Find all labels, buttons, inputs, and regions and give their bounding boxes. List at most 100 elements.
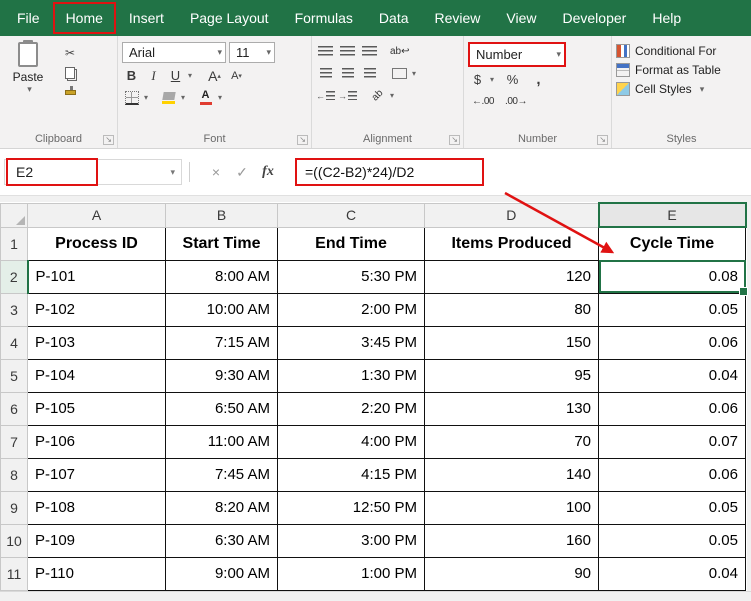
cell-B3[interactable]: 10:00 AM: [165, 292, 278, 327]
tab-insert[interactable]: Insert: [116, 0, 177, 36]
cell-A4[interactable]: P-103: [27, 325, 166, 360]
select-all-corner[interactable]: [0, 202, 28, 228]
comma-style-button[interactable]: ,: [529, 70, 548, 89]
italic-button[interactable]: I: [144, 66, 163, 85]
row-header-8[interactable]: 8: [0, 457, 28, 492]
row-header-11[interactable]: 11: [0, 556, 28, 591]
align-bottom-button[interactable]: [360, 42, 379, 61]
cell-E7[interactable]: 0.07: [598, 424, 746, 459]
tab-file[interactable]: File: [4, 0, 53, 36]
underline-options-chevron-icon[interactable]: ▾: [188, 71, 192, 80]
decrease-font-size-button[interactable]: A ▾: [227, 66, 246, 85]
cell-D3[interactable]: 80: [424, 292, 599, 327]
cell-A11[interactable]: P-110: [27, 556, 166, 591]
cell-C6[interactable]: 2:20 PM: [277, 391, 425, 426]
borders-button[interactable]: [122, 88, 141, 107]
row-header-7[interactable]: 7: [0, 424, 28, 459]
accounting-chevron-icon[interactable]: ▾: [490, 75, 494, 84]
font-size-select[interactable]: 11 ▾: [229, 42, 275, 63]
wrap-text-button[interactable]: ab↩: [390, 42, 410, 61]
number-dialog-launcher-icon[interactable]: ↘: [597, 135, 608, 145]
clipboard-dialog-launcher-icon[interactable]: ↘: [103, 135, 114, 145]
cell-E4[interactable]: 0.06: [598, 325, 746, 360]
cell-A10[interactable]: P-109: [27, 523, 166, 558]
cell-B4[interactable]: 7:15 AM: [165, 325, 278, 360]
cell-C7[interactable]: 4:00 PM: [277, 424, 425, 459]
cell-E5[interactable]: 0.04: [598, 358, 746, 393]
font-color-chevron-icon[interactable]: ▾: [218, 93, 222, 102]
row-header-6[interactable]: 6: [0, 391, 28, 426]
cell-D10[interactable]: 160: [424, 523, 599, 558]
cell-C10[interactable]: 3:00 PM: [277, 523, 425, 558]
tab-help[interactable]: Help: [639, 0, 694, 36]
row-header-9[interactable]: 9: [0, 490, 28, 525]
align-top-button[interactable]: [316, 42, 335, 61]
cell-A2[interactable]: P-101: [27, 259, 166, 294]
increase-font-size-button[interactable]: A ▴: [205, 66, 224, 85]
tab-view[interactable]: View: [493, 0, 549, 36]
cell-B6[interactable]: 6:50 AM: [165, 391, 278, 426]
tab-page-layout[interactable]: Page Layout: [177, 0, 282, 36]
cell-B5[interactable]: 9:30 AM: [165, 358, 278, 393]
cell-A5[interactable]: P-104: [27, 358, 166, 393]
align-right-button[interactable]: [360, 64, 379, 83]
cancel-button[interactable]: ×: [203, 160, 229, 184]
align-center-button[interactable]: [338, 64, 357, 83]
accounting-format-button[interactable]: $: [468, 70, 487, 89]
cell-styles-button[interactable]: Cell Styles ▾: [616, 82, 747, 96]
cell-C2[interactable]: 5:30 PM: [277, 259, 425, 294]
fill-color-chevron-icon[interactable]: ▾: [181, 93, 185, 102]
cell-D4[interactable]: 150: [424, 325, 599, 360]
column-header-E[interactable]: E: [597, 202, 747, 228]
column-header-C[interactable]: C: [277, 202, 425, 228]
alignment-dialog-launcher-icon[interactable]: ↘: [449, 135, 460, 145]
cell-E10[interactable]: 0.05: [598, 523, 746, 558]
formula-input[interactable]: =((C2-B2)*24)/D2: [281, 158, 747, 186]
cell-D5[interactable]: 95: [424, 358, 599, 393]
format-as-table-button[interactable]: Format as Table: [616, 63, 747, 77]
row-header-3[interactable]: 3: [0, 292, 28, 327]
enter-button[interactable]: ✓: [229, 160, 255, 184]
decrease-decimal-button[interactable]: .00→: [501, 92, 531, 111]
cell-B8[interactable]: 7:45 AM: [165, 457, 278, 492]
chevron-down-icon[interactable]: ▾: [170, 167, 181, 178]
cell-D8[interactable]: 140: [424, 457, 599, 492]
fill-color-button[interactable]: [159, 88, 178, 107]
cell-C11[interactable]: 1:00 PM: [277, 556, 425, 591]
paste-button[interactable]: Paste ▾: [4, 39, 52, 131]
cell-D7[interactable]: 70: [424, 424, 599, 459]
column-header-A[interactable]: A: [27, 202, 166, 228]
name-box[interactable]: E2 ▾: [4, 158, 182, 186]
cell-A6[interactable]: P-105: [27, 391, 166, 426]
cell-D9[interactable]: 100: [424, 490, 599, 525]
borders-chevron-icon[interactable]: ▾: [144, 93, 148, 102]
cell-C3[interactable]: 2:00 PM: [277, 292, 425, 327]
row-header-5[interactable]: 5: [0, 358, 28, 393]
increase-indent-button[interactable]: →: [338, 86, 357, 105]
tab-formulas[interactable]: Formulas: [282, 0, 366, 36]
tab-home[interactable]: Home: [52, 2, 116, 34]
cell-B7[interactable]: 11:00 AM: [165, 424, 278, 459]
underline-button[interactable]: U: [166, 66, 185, 85]
align-left-button[interactable]: [316, 64, 335, 83]
cell-B2[interactable]: 8:00 AM: [165, 259, 278, 294]
percent-style-button[interactable]: %: [503, 70, 522, 89]
font-color-button[interactable]: A: [196, 88, 215, 107]
cell-C5[interactable]: 1:30 PM: [277, 358, 425, 393]
orientation-button[interactable]: ab: [368, 86, 387, 105]
row-header-4[interactable]: 4: [0, 325, 28, 360]
cell-B10[interactable]: 6:30 AM: [165, 523, 278, 558]
cell-D2[interactable]: 120: [424, 259, 599, 294]
cell-E11[interactable]: 0.04: [598, 556, 746, 591]
cell-B9[interactable]: 8:20 AM: [165, 490, 278, 525]
copy-button[interactable]: [60, 65, 80, 80]
cut-button[interactable]: ✂: [60, 45, 80, 60]
insert-function-button[interactable]: fx: [255, 160, 281, 184]
increase-decimal-button[interactable]: ←.00: [468, 92, 498, 111]
column-header-B[interactable]: B: [165, 202, 278, 228]
column-header-D[interactable]: D: [424, 202, 599, 228]
font-name-select[interactable]: Arial ▾: [122, 42, 226, 63]
font-dialog-launcher-icon[interactable]: ↘: [297, 135, 308, 145]
cell-E8[interactable]: 0.06: [598, 457, 746, 492]
number-format-select[interactable]: Number ▾: [468, 42, 566, 67]
